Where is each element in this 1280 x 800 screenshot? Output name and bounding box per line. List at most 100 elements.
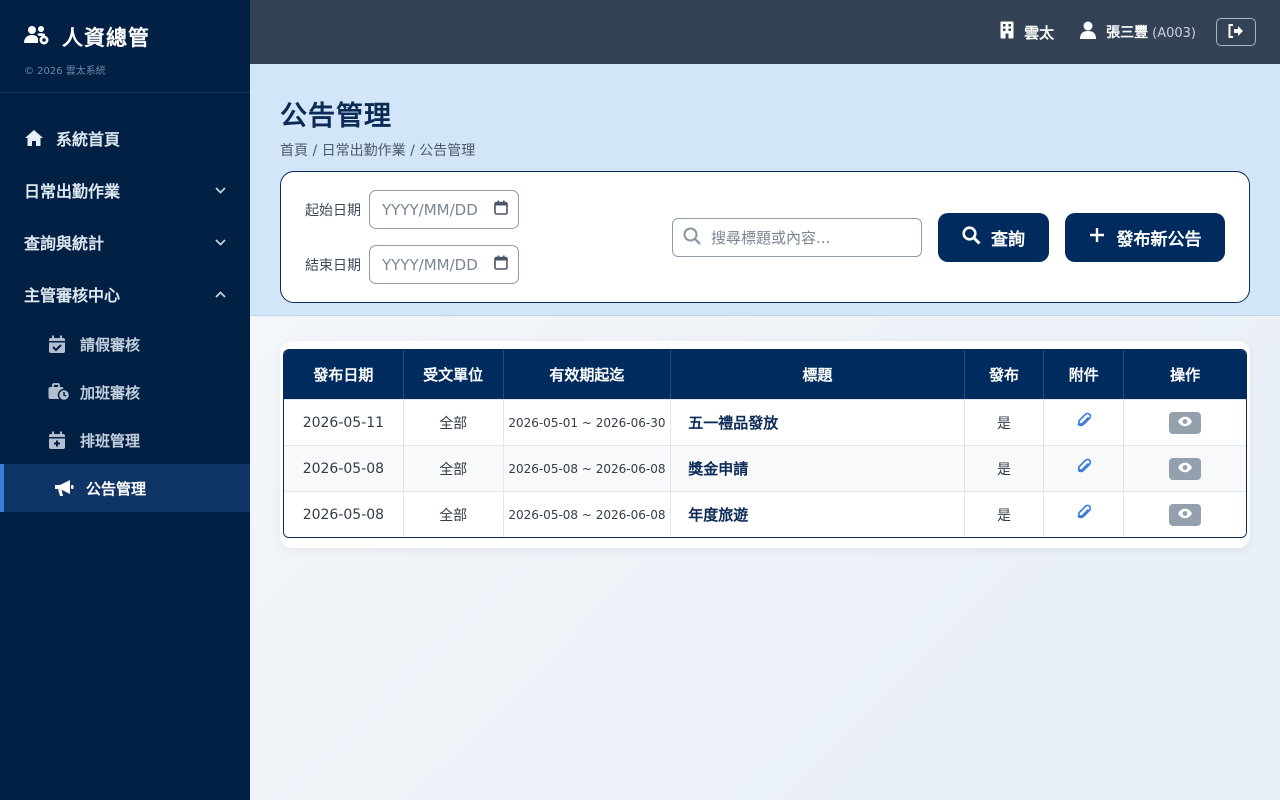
- search-icon: [962, 225, 981, 250]
- paperclip-icon[interactable]: [1077, 412, 1091, 429]
- user-info: 張三豐 (A003): [1080, 21, 1196, 43]
- company-name: 雲太: [1024, 23, 1055, 42]
- announcement-table: 發布日期 受文單位 有效期起迄 標題 發布 附件 操作 2026-05-11 全…: [283, 349, 1247, 538]
- table-row: 2026-05-08 全部 2026-05-08 ~ 2026-06-08 獎金…: [284, 445, 1246, 491]
- search-input[interactable]: 搜尋標題或內容...: [672, 218, 922, 257]
- column-header: 附件: [1044, 350, 1125, 399]
- start-date-placeholder: YYYY/MM/DD: [382, 200, 478, 219]
- table-row: 2026-05-11 全部 2026-05-01 ~ 2026-06-30 五一…: [284, 399, 1246, 445]
- sidebar-item-label: 排班管理: [80, 431, 141, 450]
- sidebar-item-label: 主管審核中心: [24, 286, 121, 305]
- query-button-label: 查詢: [991, 230, 1025, 250]
- cell-attachment: [1044, 445, 1125, 491]
- cell-attachment: [1044, 491, 1125, 537]
- sidebar-item-label: 查詢與統計: [24, 234, 105, 253]
- cell-unit: 全部: [403, 445, 504, 491]
- filter-card: 起始日期 YYYY/MM/DD 結束日期 YYYY/MM/DD 搜尋標題或內容.…: [280, 171, 1250, 303]
- chevron-up-icon: [214, 288, 226, 300]
- calendar-icon: [494, 200, 508, 219]
- calendar-plus-icon: [48, 431, 70, 450]
- sidebar-item-leave-review[interactable]: 請假審核: [0, 320, 250, 368]
- eye-icon: [1177, 415, 1193, 431]
- cell-range: 2026-05-01 ~ 2026-06-30: [503, 399, 672, 445]
- sidebar-item-label: 請假審核: [80, 335, 141, 354]
- cell-date: 2026-05-08: [284, 491, 404, 537]
- start-date-label: 起始日期: [305, 202, 361, 219]
- user-icon: [1080, 21, 1097, 43]
- paperclip-icon[interactable]: [1077, 504, 1091, 521]
- cell-title[interactable]: 五一禮品發放: [671, 399, 965, 445]
- main-content: 發布日期 受文單位 有效期起迄 標題 發布 附件 操作 2026-05-11 全…: [250, 317, 1280, 800]
- sidebar-item-announcement-management[interactable]: 公告管理: [0, 464, 250, 512]
- page-title: 公告管理: [280, 101, 392, 132]
- chevron-down-icon: [214, 236, 226, 248]
- publish-button-label: 發布新公告: [1116, 230, 1202, 250]
- eye-icon: [1177, 507, 1193, 523]
- query-button[interactable]: 查詢: [938, 213, 1049, 262]
- sidebar-nav: 系統首頁 日常出勤作業 查詢與統計 主管審核中心 請假審核 加班審核 排班管理 …: [0, 93, 250, 512]
- calendar-check-icon: [48, 335, 70, 354]
- brand: 人資總管 © 2026 雲太系統: [0, 0, 250, 93]
- sidebar-item-label: 系統首頁: [56, 130, 121, 149]
- topbar: 雲太 張三豐 (A003): [250, 0, 1280, 64]
- sidebar-item-query-stats[interactable]: 查詢與統計: [0, 216, 250, 268]
- sidebar-item-overtime-review[interactable]: 加班審核: [0, 368, 250, 416]
- user-code: (A003): [1152, 26, 1196, 41]
- sidebar-item-schedule-management[interactable]: 排班管理: [0, 416, 250, 464]
- cell-title[interactable]: 年度旅遊: [671, 491, 965, 537]
- view-button[interactable]: [1169, 457, 1202, 480]
- start-date-row: 起始日期 YYYY/MM/DD: [305, 190, 519, 229]
- building-icon: [1000, 21, 1014, 43]
- cell-actions: [1124, 491, 1246, 537]
- cell-published: 是: [964, 445, 1045, 491]
- logout-button[interactable]: [1216, 18, 1256, 46]
- megaphone-icon: [54, 479, 76, 497]
- column-header: 操作: [1124, 350, 1246, 399]
- end-date-label: 結束日期: [305, 257, 361, 274]
- paperclip-icon[interactable]: [1077, 458, 1091, 475]
- cell-published: 是: [964, 399, 1045, 445]
- cell-date: 2026-05-11: [284, 399, 404, 445]
- briefcase-clock-icon: [48, 383, 70, 401]
- column-header: 發布日期: [284, 350, 404, 399]
- company-info: 雲太: [1000, 21, 1054, 43]
- brand-title: 人資總管: [62, 26, 150, 50]
- sidebar-item-label: 日常出勤作業: [24, 182, 121, 201]
- breadcrumb: 首頁 / 日常出勤作業 / 公告管理: [280, 143, 476, 159]
- page-header: 公告管理 首頁 / 日常出勤作業 / 公告管理 起始日期 YYYY/MM/DD …: [250, 64, 1280, 316]
- cell-range: 2026-05-08 ~ 2026-06-08: [503, 445, 672, 491]
- cell-unit: 全部: [403, 399, 504, 445]
- end-date-placeholder: YYYY/MM/DD: [382, 255, 478, 274]
- view-button[interactable]: [1169, 503, 1202, 526]
- view-button[interactable]: [1169, 411, 1202, 434]
- users-gear-icon: [24, 25, 50, 49]
- end-date-row: 結束日期 YYYY/MM/DD: [305, 245, 519, 284]
- calendar-icon: [494, 255, 508, 274]
- start-date-input[interactable]: YYYY/MM/DD: [369, 190, 519, 229]
- user-name: 張三豐: [1106, 25, 1149, 41]
- search-placeholder: 搜尋標題或內容...: [711, 229, 831, 247]
- column-header: 發布: [964, 350, 1045, 399]
- cell-published: 是: [964, 491, 1045, 537]
- table-row: 2026-05-08 全部 2026-05-08 ~ 2026-06-08 年度…: [284, 491, 1246, 537]
- announcement-table-card: 發布日期 受文單位 有效期起迄 標題 發布 附件 操作 2026-05-11 全…: [280, 341, 1250, 548]
- sidebar: 人資總管 © 2026 雲太系統 系統首頁 日常出勤作業 查詢與統計 主管審核中…: [0, 0, 250, 800]
- sidebar-item-manager-review[interactable]: 主管審核中心: [0, 268, 250, 320]
- chevron-down-icon: [214, 184, 226, 196]
- publish-announcement-button[interactable]: 發布新公告: [1065, 213, 1225, 262]
- table-header-row: 發布日期 受文單位 有效期起迄 標題 發布 附件 操作: [284, 350, 1246, 399]
- home-icon: [24, 129, 46, 147]
- cell-range: 2026-05-08 ~ 2026-06-08: [503, 491, 672, 537]
- cell-actions: [1124, 399, 1246, 445]
- column-header: 有效期起迄: [503, 350, 672, 399]
- sidebar-item-home[interactable]: 系統首頁: [0, 112, 250, 164]
- cell-unit: 全部: [403, 491, 504, 537]
- end-date-input[interactable]: YYYY/MM/DD: [369, 245, 519, 284]
- sidebar-item-daily-attendance[interactable]: 日常出勤作業: [0, 164, 250, 216]
- logout-icon: [1228, 23, 1244, 42]
- eye-icon: [1177, 461, 1193, 477]
- column-header: 受文單位: [403, 350, 504, 399]
- cell-title[interactable]: 獎金申請: [671, 445, 965, 491]
- search-icon: [683, 227, 701, 249]
- cell-attachment: [1044, 399, 1125, 445]
